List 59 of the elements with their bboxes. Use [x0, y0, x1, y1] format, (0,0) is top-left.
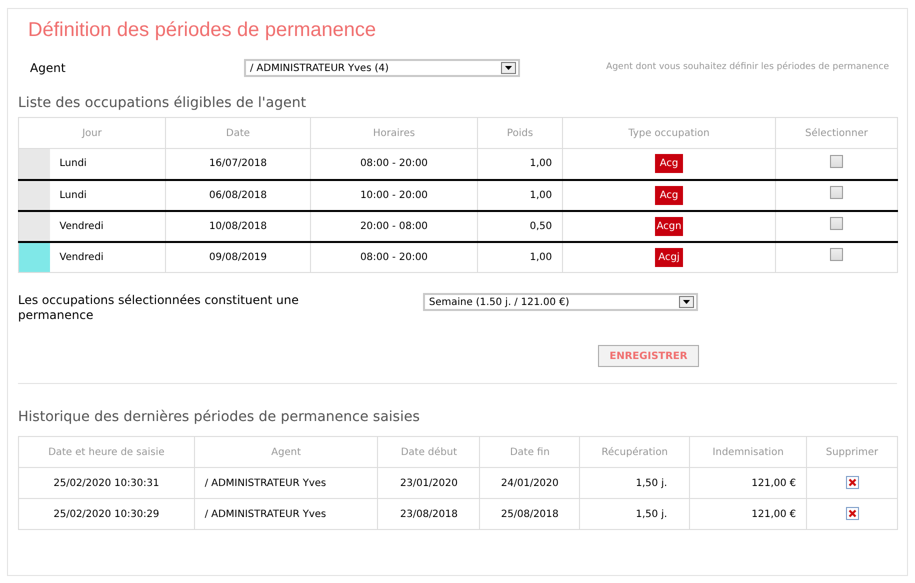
- checkbox[interactable]: [830, 154, 843, 168]
- checkbox[interactable]: [830, 217, 843, 230]
- column-header: Sélectionner: [805, 128, 868, 138]
- column-header: Indemnisation: [712, 446, 784, 458]
- table-cell: 25/02/2020 10:30:29: [53, 508, 160, 520]
- column-header: Horaires: [373, 128, 415, 138]
- column-header: Récupération: [602, 446, 668, 458]
- table-cell: 08:00 - 20:00: [360, 252, 428, 263]
- table-cell: 09/08/2019: [209, 252, 267, 263]
- table-cell: 25/02/2020 10:30:31: [53, 478, 160, 488]
- delete-icon[interactable]: [846, 507, 859, 520]
- occupation-type-tag: Acg: [655, 186, 683, 204]
- table-cell: Vendredi: [60, 252, 104, 263]
- table-cell: 24/01/2020: [501, 478, 559, 488]
- table-cell: 06/08/2018: [209, 190, 267, 200]
- table-cell: 23/01/2020: [400, 478, 458, 488]
- page-title: Définition des périodes de permanence: [27, 18, 377, 43]
- section-title: Historique des dernières périodes de permanence saisies: [18, 408, 421, 427]
- column-header: Poids: [506, 128, 534, 138]
- column-header: Supprimer: [826, 446, 878, 458]
- table-cell: 1,00: [530, 252, 552, 263]
- column-header: Date fin: [510, 446, 550, 458]
- column-header: Jour: [82, 128, 102, 138]
- checkbox[interactable]: [830, 186, 843, 199]
- table-cell: 16/07/2018: [209, 158, 267, 170]
- table-cell: 0,50: [530, 220, 552, 232]
- table-cell: 08:00 - 20:00: [360, 158, 428, 170]
- section-title: Liste des occupations éligibles de l'agent: [18, 94, 308, 113]
- column-header: Type occupation: [628, 128, 710, 138]
- agent-label: Agent: [30, 60, 67, 77]
- table-cell: 20:00 - 08:00: [360, 220, 428, 232]
- table-cell: 1,00: [530, 158, 552, 170]
- table-cell: 23/08/2018: [400, 508, 458, 520]
- table-cell: Lundi: [60, 190, 87, 200]
- agent-select[interactable]: / ADMINISTRATEUR Yves (4): [244, 59, 520, 77]
- checkbox[interactable]: [830, 248, 843, 262]
- table-cell: 121,00 €: [752, 508, 796, 520]
- table-cell: Vendredi: [60, 220, 104, 232]
- occupation-type-tag: Acg: [655, 154, 683, 174]
- column-header: Date et heure de saisie: [48, 446, 165, 458]
- delete-icon[interactable]: [846, 476, 859, 490]
- table-cell: 1,50 j.: [636, 508, 668, 520]
- permanence-select[interactable]: Semaine (1.50 j. / 121.00 €): [423, 293, 698, 311]
- table-cell: 121,00 €: [752, 478, 796, 488]
- occupation-type-tag: Acgn: [654, 216, 684, 236]
- occupation-type-tag: Acgj: [655, 248, 683, 267]
- permanence-label: Les occupations sélectionnées constituent une permanence: [18, 293, 300, 323]
- table-cell: 10/08/2018: [209, 220, 267, 232]
- table-cell: / ADMINISTRATEUR Yves: [204, 478, 326, 488]
- column-header: Date début: [400, 446, 458, 458]
- table-cell: / ADMINISTRATEUR Yves: [204, 508, 326, 520]
- table-cell: 1,00: [530, 190, 552, 200]
- table-cell: Lundi: [60, 158, 87, 170]
- column-header: Agent: [271, 446, 301, 458]
- column-header: Date: [226, 128, 250, 138]
- table-cell: 1,50 j.: [636, 478, 668, 488]
- agent-help-text: Agent dont vous souhaitez définir les périodes de permanence: [606, 61, 889, 74]
- table-cell: 10:00 - 20:00: [360, 190, 428, 200]
- table-cell: 25/08/2018: [501, 508, 559, 520]
